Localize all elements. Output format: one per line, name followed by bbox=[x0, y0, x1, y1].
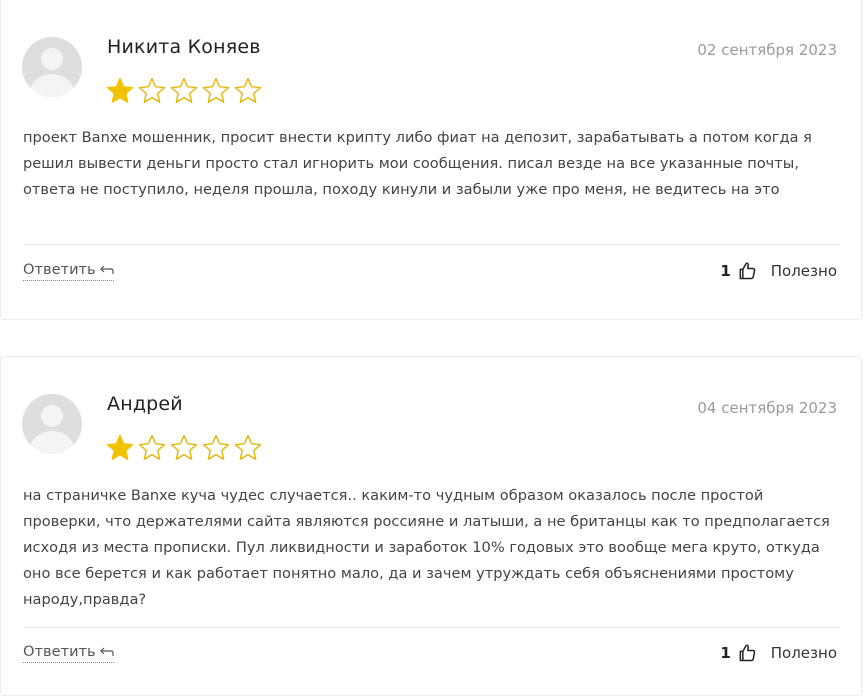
helpful-count: 1 bbox=[720, 262, 731, 280]
reply-label: Ответить bbox=[23, 261, 96, 278]
star-empty-icon bbox=[170, 77, 198, 103]
avatar-head bbox=[41, 405, 63, 427]
reply-arrow-icon bbox=[99, 647, 114, 656]
review-text: проект Banxe мошенник, просит внести кри… bbox=[23, 129, 812, 198]
divider bbox=[23, 244, 840, 245]
star-empty-icon bbox=[202, 434, 230, 460]
divider bbox=[23, 627, 840, 628]
rating-stars bbox=[105, 76, 263, 106]
review-author: Андрей bbox=[107, 393, 183, 415]
star-empty-icon bbox=[170, 434, 198, 460]
rating-stars bbox=[105, 433, 263, 463]
star-empty-icon bbox=[234, 77, 262, 103]
reply-button[interactable]: Ответить bbox=[23, 261, 114, 281]
avatar bbox=[22, 394, 82, 454]
helpful-section: 1 Полезно bbox=[720, 261, 837, 281]
review-card: Никита Коняев 02 сентября 2023 проект Ba… bbox=[0, 0, 862, 320]
helpful-button[interactable]: Полезно bbox=[771, 262, 837, 280]
review-date: 02 сентября 2023 bbox=[697, 41, 837, 59]
review-text: на страничке Banxe куча чудес случается.… bbox=[23, 487, 830, 608]
star-empty-icon bbox=[138, 434, 166, 460]
thumbs-up-icon[interactable] bbox=[737, 261, 757, 281]
star-empty-icon bbox=[234, 434, 262, 460]
star-filled-icon bbox=[106, 434, 134, 460]
reply-arrow-icon bbox=[99, 265, 114, 274]
avatar bbox=[22, 37, 82, 97]
helpful-count: 1 bbox=[720, 644, 731, 662]
helpful-button[interactable]: Полезно bbox=[771, 644, 837, 662]
star-filled-icon bbox=[106, 77, 134, 103]
star-empty-icon bbox=[202, 77, 230, 103]
thumbs-up-icon[interactable] bbox=[737, 643, 757, 663]
avatar-body bbox=[30, 431, 74, 454]
avatar-body bbox=[30, 74, 74, 97]
helpful-section: 1 Полезно bbox=[720, 643, 837, 663]
avatar-head bbox=[41, 48, 63, 70]
reply-button[interactable]: Ответить bbox=[23, 643, 114, 663]
star-empty-icon bbox=[138, 77, 166, 103]
review-date: 04 сентября 2023 bbox=[697, 399, 837, 417]
review-card: Андрей 04 сентября 2023 на страничке Ban… bbox=[0, 356, 862, 696]
review-author: Никита Коняев bbox=[107, 36, 261, 58]
reply-label: Ответить bbox=[23, 643, 96, 660]
